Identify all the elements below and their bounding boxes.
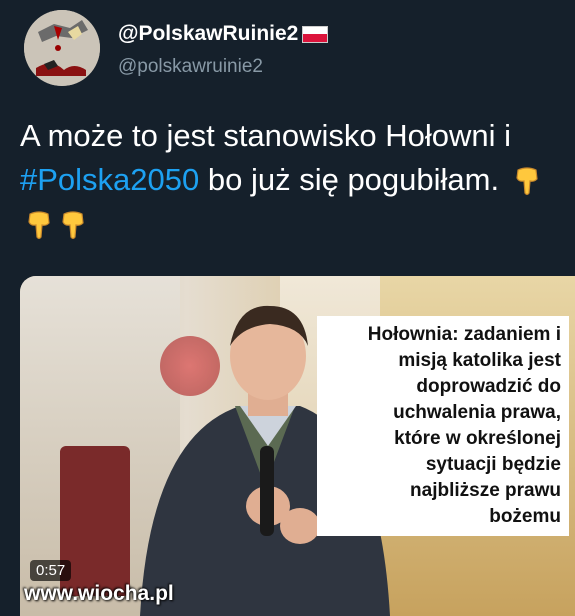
caption-line: bożemu [489,506,561,527]
name-row: @PolskawRuinie2 [118,22,329,46]
video-duration-badge: 0:57 [30,560,72,581]
pointing-down-hand-icon [516,167,538,196]
caption-line: misją katolika jest [398,350,561,371]
caption-line: Hołownia: zadaniem i [367,324,561,345]
pointing-down-hand-icon [62,211,84,240]
tweet-text-part: A może to jest stanowisko Hołowni i [20,118,512,153]
video-media[interactable]: Hołownia: zadaniem i misją katolika jest… [20,276,575,616]
caption-line: uchwalenia prawa, [393,402,561,423]
avatar[interactable] [24,10,100,86]
caption-line: sytuacji będzie [425,454,561,475]
pointing-down-hand-icon [28,211,50,240]
video-caption: Hołownia: zadaniem i misją katolika jest… [317,316,569,536]
hashtag-link[interactable]: #Polska2050 [20,162,199,197]
tweet-text: A może to jest stanowisko Hołowni i #Pol… [20,114,565,246]
display-name[interactable]: @PolskawRuinie2 [118,22,298,46]
tweet-header: @PolskawRuinie2 @polskawruinie2 [24,10,564,100]
avatar-illustration-icon [24,10,100,86]
caption-line: doprowadzić do [416,376,561,397]
tweet-text-part: bo już się pogubiłam. [199,162,500,197]
caption-line: najbliższe prawu [410,480,561,501]
user-handle[interactable]: @polskawruinie2 [118,56,263,78]
poland-flag-icon [302,25,329,43]
watermark: www.wiocha.pl [24,582,174,605]
caption-line: które w określonej [394,428,561,449]
